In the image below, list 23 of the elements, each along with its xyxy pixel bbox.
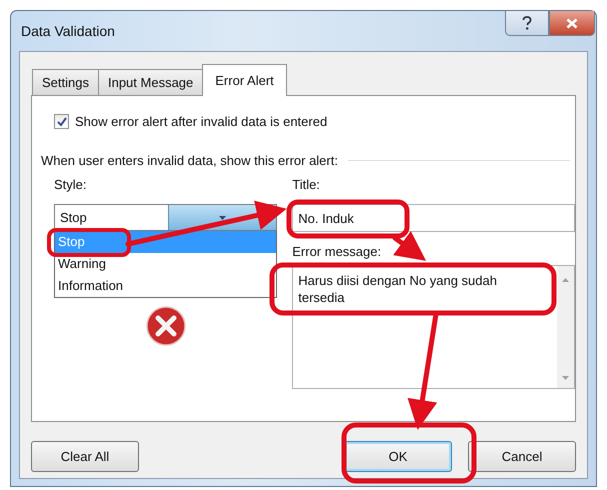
cancel-button[interactable]: Cancel [468,441,576,472]
tab[interactable]: Input Message [98,69,204,95]
ok-button[interactable]: OK [344,441,452,472]
list-option[interactable]: Warning [58,256,106,271]
caret-icon [218,216,226,220]
checkbox-label: Show error alert after invalid data is entered [75,114,328,129]
clear-all-button[interactable]: Clear All [31,441,139,472]
checkbox[interactable] [54,114,69,129]
window-title: Data Validation [21,23,116,39]
error-icon [146,306,186,346]
field-label: Error message: [292,244,382,259]
group-label: When user enters invalid data, show this error alert: [41,153,338,168]
field-label: Title: [292,177,320,192]
annotation-arrow [392,231,426,261]
help-button[interactable] [505,11,549,36]
field-label: Style: [54,177,87,192]
title-field[interactable]: No. Induk [292,204,575,232]
tab[interactable]: Error Alert [202,64,287,96]
close-icon [566,18,578,28]
help-icon [522,16,532,30]
tab[interactable]: Settings [32,69,99,95]
close-button[interactable] [549,11,595,36]
list-option[interactable]: Information [58,278,124,293]
